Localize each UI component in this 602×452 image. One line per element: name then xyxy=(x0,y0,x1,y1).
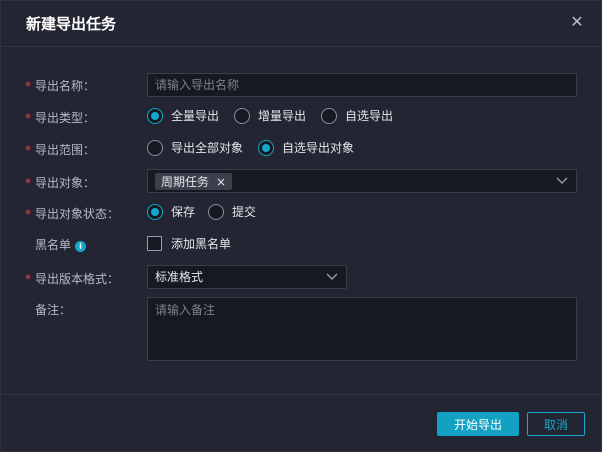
object-status-label: * 导出对象状态： xyxy=(25,205,119,222)
export-task-dialog: 新建导出任务 ✕ * 导出名称： 请输入导出名称 * 导出类型： 全量导出 增量导出… xyxy=(0,0,602,452)
close-icon[interactable]: ✕ xyxy=(569,14,585,30)
blacklist-checkbox[interactable]: 添加黑名单 xyxy=(147,235,231,252)
objects-label-text: 导出对象： xyxy=(35,176,96,190)
start-export-button[interactable]: 开始导出 xyxy=(437,412,519,436)
blacklist-label: 黑名单 i xyxy=(35,236,87,253)
remark-textarea[interactable]: 请输入备注 xyxy=(147,297,577,361)
radio-indicator xyxy=(147,203,163,220)
remark-placeholder: 请输入备注 xyxy=(155,303,216,317)
radio-label: 增量导出 xyxy=(258,109,307,123)
version-format-value: 标准格式 xyxy=(155,270,204,284)
form-row-objects: * 导出对象： 周期任务 × xyxy=(1,169,601,194)
form-row-remark: 备注： 请输入备注 xyxy=(1,297,601,361)
object-status-label-text: 导出对象状态： xyxy=(35,207,120,221)
radio-incremental-export[interactable]: 增量导出 xyxy=(234,107,306,124)
radio-label: 自选导出对象 xyxy=(282,141,355,155)
remark-label: 备注： xyxy=(35,303,72,317)
version-format-label-text: 导出版本格式： xyxy=(35,272,120,286)
chevron-down-icon xyxy=(326,273,338,280)
radio-full-export[interactable]: 全量导出 xyxy=(147,107,219,124)
required-mark: * xyxy=(25,79,31,93)
radio-label: 保存 xyxy=(171,205,196,219)
object-tag: 周期任务 × xyxy=(155,173,233,190)
radio-export-all-objects[interactable]: 导出全部对象 xyxy=(147,139,243,156)
objects-label: * 导出对象： xyxy=(25,174,95,191)
version-format-select[interactable]: 标准格式 xyxy=(147,265,347,289)
name-label: * 导出名称： xyxy=(25,77,95,94)
export-scope-radio-group: 导出全部对象 自选导出对象 xyxy=(147,139,367,156)
scope-label: * 导出范围： xyxy=(25,141,95,158)
required-mark: * xyxy=(25,111,31,125)
export-name-input[interactable]: 请输入导出名称 xyxy=(147,73,577,97)
dialog-footer: 开始导出 取消 xyxy=(1,394,601,452)
blacklist-label-text: 黑名单 xyxy=(35,238,72,252)
object-status-radio-group: 保存 提交 xyxy=(147,203,269,220)
radio-indicator xyxy=(234,107,251,124)
form-row-blacklist: 黑名单 i 添加黑名单 xyxy=(1,232,601,256)
scope-label-text: 导出范围： xyxy=(35,143,96,157)
radio-status-submit[interactable]: 提交 xyxy=(208,203,256,220)
radio-indicator xyxy=(147,139,163,156)
chevron-down-icon[interactable] xyxy=(556,174,568,186)
version-format-label: * 导出版本格式： xyxy=(25,270,119,287)
radio-label: 提交 xyxy=(232,205,257,219)
cancel-button[interactable]: 取消 xyxy=(527,412,585,436)
form-row-version-format: * 导出版本格式： 标准格式 xyxy=(1,265,601,290)
radio-indicator xyxy=(147,107,163,124)
info-icon[interactable]: i xyxy=(75,241,87,252)
radio-label: 导出全部对象 xyxy=(171,141,244,155)
radio-indicator xyxy=(258,139,275,156)
dialog-title: 新建导出任务 xyxy=(26,15,117,33)
radio-label: 全量导出 xyxy=(171,109,220,123)
tag-close-icon[interactable]: × xyxy=(216,175,226,189)
checkbox-label: 添加黑名单 xyxy=(171,237,232,251)
dialog-header: 新建导出任务 ✕ xyxy=(1,1,601,47)
type-label-text: 导出类型： xyxy=(35,111,96,125)
radio-status-save[interactable]: 保存 xyxy=(147,203,195,220)
name-label-text: 导出名称： xyxy=(35,79,96,93)
checkbox-indicator xyxy=(147,236,162,251)
required-mark: * xyxy=(25,176,31,190)
object-tag-label: 周期任务 xyxy=(161,175,210,189)
type-label: * 导出类型： xyxy=(25,109,95,126)
form-row-object-status: * 导出对象状态： 保存 提交 xyxy=(1,201,601,225)
radio-label: 自选导出 xyxy=(345,109,394,123)
form-row-name: * 导出名称： 请输入导出名称 xyxy=(1,73,601,97)
required-mark: * xyxy=(25,143,31,157)
export-type-radio-group: 全量导出 增量导出 自选导出 xyxy=(147,107,406,124)
required-mark: * xyxy=(25,272,31,286)
export-objects-select[interactable]: 周期任务 × xyxy=(147,169,577,193)
radio-custom-export[interactable]: 自选导出 xyxy=(321,107,393,124)
radio-export-selected-objects[interactable]: 自选导出对象 xyxy=(258,139,354,156)
export-name-placeholder: 请输入导出名称 xyxy=(155,78,240,92)
required-mark: * xyxy=(25,207,31,221)
form-row-type: * 导出类型： 全量导出 增量导出 自选导出 xyxy=(1,105,601,129)
form-row-scope: * 导出范围： 导出全部对象 自选导出对象 xyxy=(1,137,601,161)
radio-indicator xyxy=(321,107,338,124)
radio-indicator xyxy=(208,203,225,220)
